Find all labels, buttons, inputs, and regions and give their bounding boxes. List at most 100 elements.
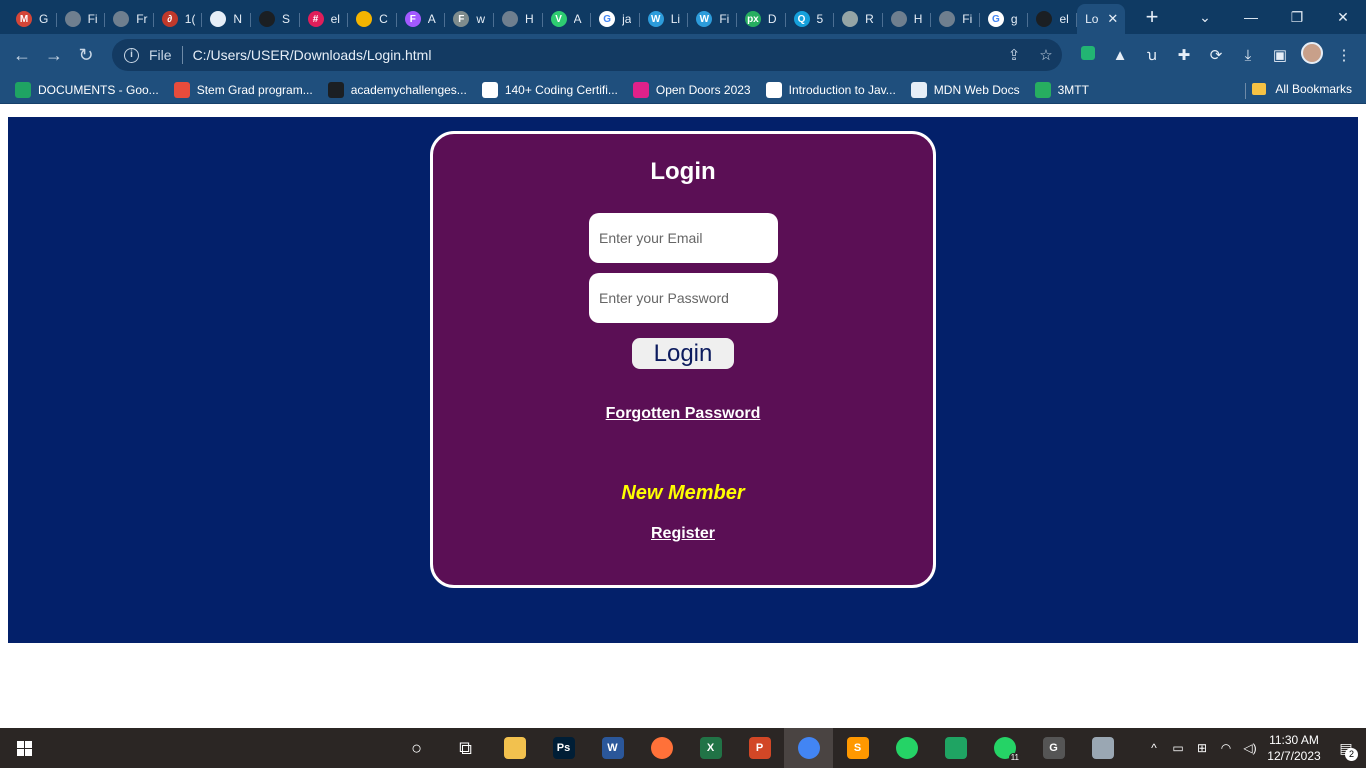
password-field[interactable]: [589, 273, 778, 323]
browser-tab[interactable]: S: [251, 6, 300, 32]
browser-tab[interactable]: Fi: [57, 6, 106, 32]
clock[interactable]: 11:30 AM 12/7/2023: [1262, 732, 1326, 764]
browser-tab[interactable]: H: [494, 6, 543, 32]
bookmark-item[interactable]: Stem Grad program...: [173, 81, 313, 98]
bookmarks-divider: [1245, 83, 1246, 99]
browser-tab[interactable]: Gg: [980, 6, 1029, 32]
forgotten-password-link[interactable]: Forgotten Password: [433, 405, 933, 423]
taskbar-app[interactable]: [784, 728, 833, 768]
browser-tab[interactable]: H: [883, 6, 932, 32]
browser-tab[interactable]: # el: [300, 6, 349, 32]
volume-icon[interactable]: ◁): [1238, 741, 1262, 755]
address-bar[interactable]: i File C:/Users/USER/Downloads/Login.htm…: [112, 39, 1062, 71]
google-icon: [765, 81, 782, 98]
browser-tab[interactable]: MG: [8, 6, 57, 32]
taskbar-app[interactable]: [882, 728, 931, 768]
side-panel-icon[interactable]: ▣: [1264, 46, 1296, 64]
browser-tab[interactable]: W Fi: [688, 6, 737, 32]
back-icon[interactable]: ←: [6, 45, 38, 66]
bookmark-item[interactable]: 140+ Coding Certifi...: [481, 81, 618, 98]
bookmark-star-icon[interactable]: ☆: [1030, 46, 1062, 64]
extension-icons: ▲ ꭒ ✚ ⟳ ⤓ ▣ ⋮: [1072, 42, 1360, 68]
puzzle-icon[interactable]: ✚: [1168, 46, 1200, 64]
bookmark-item[interactable]: 3MTT: [1034, 81, 1089, 98]
bookmark-label: Open Doors 2023: [655, 82, 751, 97]
bookmark-item[interactable]: Open Doors 2023: [632, 81, 751, 98]
browser-tab[interactable]: Fr: [105, 6, 154, 32]
notion-icon: [481, 81, 498, 98]
email-field[interactable]: [589, 213, 778, 263]
browser-tab[interactable]: px D: [737, 6, 786, 32]
tab-title: D: [767, 12, 777, 26]
reload-icon[interactable]: ↻: [70, 45, 102, 66]
extension-icon[interactable]: [1072, 46, 1104, 64]
new-tab-icon[interactable]: +: [1139, 2, 1165, 32]
register-link[interactable]: Register: [433, 525, 933, 543]
taskbar-app[interactable]: ⧉: [441, 728, 490, 768]
taskbar-app[interactable]: [1078, 728, 1127, 768]
bookmark-item[interactable]: DOCUMENTS - Goo...: [15, 81, 159, 98]
browser-tab[interactable]: ∂ 1(: [154, 6, 203, 32]
browser-tab[interactable]: N: [202, 6, 251, 32]
all-bookmarks-button[interactable]: All Bookmarks: [1252, 82, 1352, 96]
wifi-icon[interactable]: ◠: [1214, 741, 1238, 755]
tab-title: Lo: [1085, 12, 1099, 26]
taskbar-app[interactable]: S: [833, 728, 882, 768]
active-tab[interactable]: Lo ✕: [1077, 4, 1126, 34]
drive-extension-icon[interactable]: ▲: [1104, 47, 1136, 64]
url-text[interactable]: C:/Users/USER/Downloads/Login.html: [193, 47, 998, 63]
browser-tab[interactable]: R: [834, 6, 883, 32]
browser-tab[interactable]: C: [348, 6, 397, 32]
browser-tab[interactable]: W Li: [640, 6, 689, 32]
browser-tab[interactable]: FA: [397, 6, 446, 32]
login-button[interactable]: Login: [632, 338, 734, 369]
close-window-icon[interactable]: ✕: [1320, 9, 1366, 26]
taskbar-app[interactable]: W: [588, 728, 637, 768]
minimize-icon[interactable]: —: [1228, 9, 1274, 25]
bookmark-item[interactable]: Introduction to Jav...: [765, 81, 896, 98]
taskbar-apps: ○ ⧉ Ps W X P S 11 G: [392, 728, 1127, 768]
taskbar-app[interactable]: Ps: [539, 728, 588, 768]
taskbar-app[interactable]: [931, 728, 980, 768]
taskbar-app[interactable]: G: [1029, 728, 1078, 768]
download-icon[interactable]: ⤓: [1232, 47, 1264, 64]
bookmark-label: MDN Web Docs: [933, 82, 1020, 97]
restore-icon[interactable]: ❐: [1274, 9, 1320, 26]
taskbar-app[interactable]: [637, 728, 686, 768]
tab-title: ja: [622, 12, 632, 26]
browser-tab[interactable]: Fw: [445, 6, 494, 32]
sync-icon[interactable]: ⟳: [1200, 46, 1232, 64]
browser-tab[interactable]: Fi: [931, 6, 980, 32]
battery-icon[interactable]: ▭: [1166, 741, 1190, 755]
forward-icon[interactable]: →: [38, 45, 70, 66]
browser-tab[interactable]: el: [1028, 6, 1077, 32]
close-tab-icon[interactable]: ✕: [1107, 11, 1118, 27]
taskbar-app[interactable]: X: [686, 728, 735, 768]
taskbar-app[interactable]: ○: [392, 728, 441, 768]
cortana-icon: ○: [411, 737, 422, 758]
task-view-icon: ⧉: [459, 737, 472, 758]
network-adapter-icon[interactable]: ⊞: [1190, 741, 1214, 755]
share-icon[interactable]: ⇪: [998, 46, 1030, 64]
bookmark-item[interactable]: academychallenges...: [327, 81, 467, 98]
taskbar-app[interactable]: 11: [980, 728, 1029, 768]
slack-icon: #: [307, 11, 324, 27]
show-hidden-icons-icon[interactable]: ^: [1142, 741, 1166, 755]
word-icon: W: [601, 737, 624, 759]
grammar-extension-icon[interactable]: ꭒ: [1136, 45, 1168, 65]
globe-icon: [910, 81, 927, 98]
tab-title: S: [281, 12, 290, 26]
taskbar-app[interactable]: [490, 728, 539, 768]
site-info-icon[interactable]: i: [124, 47, 139, 63]
bookmark-item[interactable]: MDN Web Docs: [910, 81, 1020, 98]
taskbar-app[interactable]: P: [735, 728, 784, 768]
start-button[interactable]: [0, 728, 48, 768]
od-icon: [632, 81, 649, 98]
profile-avatar[interactable]: [1296, 42, 1328, 68]
browser-tab[interactable]: VA: [543, 6, 592, 32]
tab-search-icon[interactable]: ⌄: [1182, 9, 1228, 26]
notifications-icon[interactable]: ▤ 2: [1326, 740, 1366, 761]
menu-icon[interactable]: ⋮: [1328, 46, 1360, 64]
browser-tab[interactable]: Q5: [786, 6, 835, 32]
browser-tab[interactable]: Gja: [591, 6, 640, 32]
